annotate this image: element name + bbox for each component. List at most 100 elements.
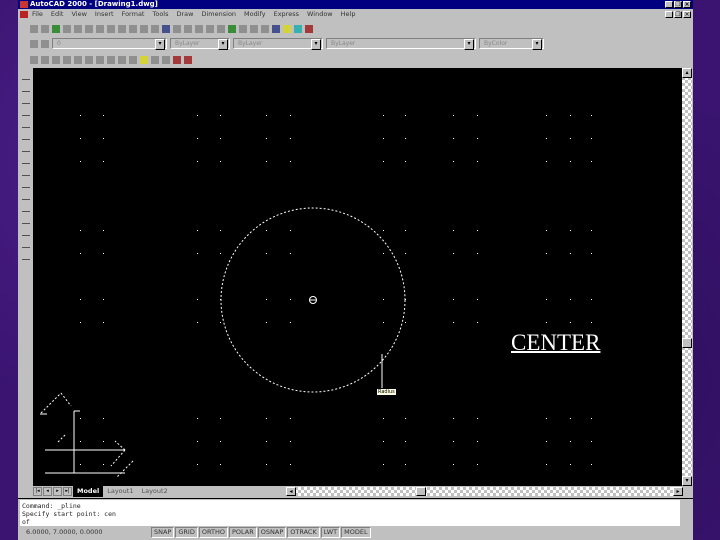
close-button[interactable]: × [683, 1, 691, 8]
snap-midpoint-icon[interactable] [52, 55, 60, 64]
menu-edit[interactable]: Edit [51, 9, 64, 20]
paste-icon[interactable] [118, 24, 126, 33]
insert-block-icon[interactable] [22, 192, 30, 200]
menu-dimension[interactable]: Dimension [201, 9, 236, 20]
prev-tab-button[interactable]: ◂ [43, 487, 52, 496]
lineweight-dropdown[interactable]: ByLayer [326, 38, 476, 50]
horizontal-scrollbar[interactable]: ◂ ▸ [286, 487, 683, 496]
snap-toggle[interactable]: SNAP [151, 527, 175, 538]
snap-center-icon[interactable] [85, 55, 93, 64]
osnap-toggle[interactable]: OSNAP [257, 527, 287, 538]
next-tab-button[interactable]: ▸ [53, 487, 62, 496]
ortho-toggle[interactable]: ORTHO [198, 527, 228, 538]
scroll-right-button[interactable]: ▸ [673, 487, 683, 496]
preview-icon[interactable] [74, 24, 82, 33]
snap-nearest-icon[interactable] [162, 55, 170, 64]
scroll-up-button[interactable]: ▴ [682, 68, 692, 78]
layer-dropdown[interactable]: 0 [52, 38, 167, 50]
lwt-toggle[interactable]: LWT [320, 527, 341, 538]
horizontal-scroll-thumb[interactable] [416, 487, 426, 496]
menu-format[interactable]: Format [122, 9, 145, 20]
otrack-toggle[interactable]: OTRACK [287, 527, 320, 538]
pan-icon[interactable] [195, 24, 203, 33]
first-tab-button[interactable]: |◂ [33, 487, 42, 496]
drawing-area[interactable] [33, 68, 682, 486]
command-prompt[interactable]: of [22, 518, 678, 526]
save-icon[interactable] [52, 24, 60, 33]
snap-tracking-icon[interactable] [30, 55, 38, 64]
last-tab-button[interactable]: ▸| [63, 487, 72, 496]
polyline-icon[interactable] [22, 108, 30, 116]
scroll-left-button[interactable]: ◂ [286, 487, 296, 496]
make-layer-current-icon[interactable] [30, 39, 38, 48]
polygon-icon[interactable] [22, 120, 30, 128]
spline-icon[interactable] [22, 168, 30, 176]
tab-layout1[interactable]: Layout1 [103, 486, 137, 497]
snap-parallel-icon[interactable] [129, 55, 137, 64]
model-toggle[interactable]: MODEL [341, 527, 371, 538]
tab-layout2[interactable]: Layout2 [137, 486, 171, 497]
minimize-button[interactable]: _ [665, 1, 673, 8]
snap-extension-icon[interactable] [74, 55, 82, 64]
menu-express[interactable]: Express [274, 9, 299, 20]
polar-toggle[interactable]: POLAR [228, 527, 257, 538]
menu-draw[interactable]: Draw [177, 9, 194, 20]
properties-icon[interactable] [272, 24, 280, 33]
find-icon[interactable] [85, 24, 93, 33]
copy-icon[interactable] [107, 24, 115, 33]
zoom-window-icon[interactable] [217, 24, 225, 33]
menu-view[interactable]: View [71, 9, 86, 20]
doc-minimize-button[interactable]: _ [665, 11, 673, 18]
snap-quadrant-icon[interactable] [96, 55, 104, 64]
snap-node-icon[interactable] [151, 55, 159, 64]
snap-endpoint-icon[interactable] [41, 55, 49, 64]
match-properties-icon[interactable] [129, 24, 137, 33]
construction-line-icon[interactable] [22, 84, 30, 92]
zoom-previous-icon[interactable] [250, 24, 258, 33]
make-block-icon[interactable] [22, 204, 30, 212]
refresh-icon[interactable] [294, 24, 302, 33]
new-icon[interactable] [30, 24, 38, 33]
tab-model[interactable]: Model [73, 486, 104, 497]
snap-tangent-icon[interactable] [107, 55, 115, 64]
restore-button[interactable]: ❐ [674, 1, 682, 8]
snap-perpendicular-icon[interactable] [118, 55, 126, 64]
menu-file[interactable]: File [32, 9, 43, 20]
osnap-settings-icon[interactable] [184, 55, 192, 64]
menu-window[interactable]: Window [307, 9, 333, 20]
help-icon[interactable] [305, 24, 313, 33]
multiline-text-icon[interactable] [22, 252, 30, 260]
named-views-icon[interactable] [228, 24, 236, 33]
redo-icon[interactable] [151, 24, 159, 33]
circle-icon[interactable] [22, 156, 30, 164]
menu-tools[interactable]: Tools [152, 9, 168, 20]
design-center-icon[interactable] [283, 24, 291, 33]
doc-restore-button[interactable]: ❐ [674, 11, 682, 18]
region-icon[interactable] [22, 240, 30, 248]
point-icon[interactable] [22, 216, 30, 224]
linetype-dropdown[interactable]: ByLayer [233, 38, 323, 50]
snap-intersection-icon[interactable] [63, 55, 71, 64]
ucs-icon[interactable] [184, 24, 192, 33]
grid-toggle[interactable]: GRID [175, 527, 198, 538]
zoom-realtime-icon[interactable] [206, 24, 214, 33]
snap-from-icon[interactable] [173, 24, 181, 33]
plotstyle-dropdown[interactable]: ByColor [479, 38, 544, 50]
menu-modify[interactable]: Modify [244, 9, 266, 20]
print-icon[interactable] [63, 24, 71, 33]
3d-orbit-icon[interactable] [239, 24, 247, 33]
color-dropdown[interactable]: ByLayer [170, 38, 230, 50]
multiline-icon[interactable] [22, 96, 30, 104]
vertical-scrollbar[interactable]: ▴ ▾ [682, 68, 692, 486]
document-icon[interactable] [20, 11, 28, 18]
ellipse-icon[interactable] [22, 180, 30, 188]
layers-icon[interactable] [41, 39, 49, 48]
snap-none-icon[interactable] [173, 55, 181, 64]
command-window[interactable]: Command: _pline Specify start point: cen… [20, 500, 680, 526]
scroll-down-button[interactable]: ▾ [682, 476, 692, 486]
snap-insert-icon[interactable] [140, 55, 148, 64]
zoom-extents-icon[interactable] [261, 24, 269, 33]
doc-close-button[interactable]: × [683, 11, 691, 18]
cut-icon[interactable] [96, 24, 104, 33]
hatch-icon[interactable] [22, 228, 30, 236]
